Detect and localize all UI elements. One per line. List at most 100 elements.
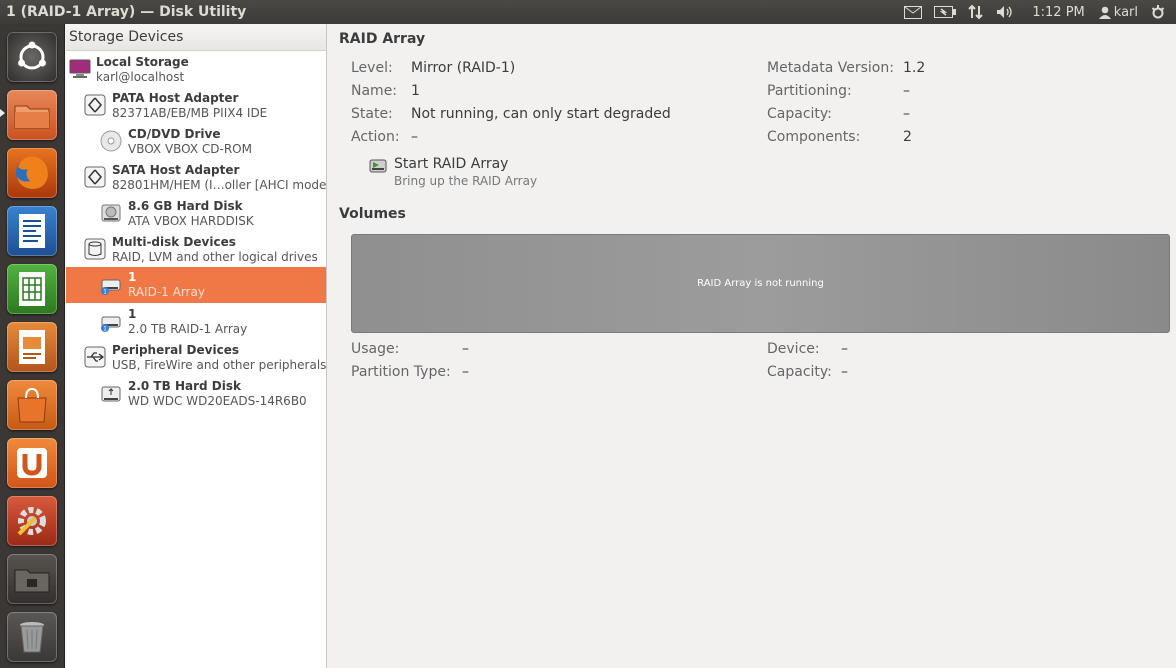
volume-map[interactable]: RAID Array is not running <box>351 234 1170 333</box>
sidebar-item-subtitle: RAID-1 Array <box>128 285 205 299</box>
components-label: Components: <box>767 129 861 145</box>
host-adapter-icon <box>83 92 107 118</box>
ubuntu-one-icon <box>17 448 47 478</box>
action-value: – <box>411 129 418 145</box>
sidebar-item-title: Peripheral Devices <box>112 343 239 357</box>
mail-icon[interactable] <box>904 0 923 24</box>
shopping-bag-icon <box>17 387 47 423</box>
usage-value: – <box>462 341 469 357</box>
sidebar-item-subtitle: 82371AB/EB/MB PIIX4 IDE <box>112 106 268 120</box>
battery-icon[interactable] <box>934 0 957 24</box>
metadata-version-label: Metadata Version: <box>767 60 894 76</box>
device-label: Device: <box>767 341 820 357</box>
sidebar-item-subtitle: 82801HM/HEM (I…oller [AHCI mode] <box>112 178 332 192</box>
volume-capacity-value: – <box>841 364 848 380</box>
launcher-firefox[interactable] <box>7 148 57 198</box>
sidebar-item-title: Multi-disk Devices <box>112 235 236 249</box>
storage-devices-sidebar: Storage Devices Local Storage karl@local… <box>66 24 331 668</box>
calc-spreadsheet-icon <box>19 272 45 306</box>
sidebar-item-subtitle: ATA VBOX HARDDISK <box>128 214 254 228</box>
launcher-home-folder[interactable] <box>7 90 57 140</box>
host-adapter-icon <box>83 164 107 190</box>
sidebar-item-sata-adapter[interactable]: SATA Host Adapter 82801HM/HEM (I…oller [… <box>66 160 331 196</box>
sidebar-item-pata-adapter[interactable]: PATA Host Adapter 82371AB/EB/MB PIIX4 ID… <box>66 88 326 124</box>
partition-type-label: Partition Type: <box>351 364 451 380</box>
drive-start-icon <box>369 157 387 175</box>
ubuntu-logo-icon <box>18 41 46 70</box>
svg-text:1: 1 <box>103 326 107 333</box>
drive-folder-icon <box>14 569 50 593</box>
trash-icon <box>20 622 44 653</box>
sidebar-item-multi-disk-devices[interactable]: Multi-disk Devices RAID, LVM and other l… <box>66 232 326 268</box>
hard-disk-icon <box>99 200 123 226</box>
volume-icon[interactable] <box>996 0 1016 24</box>
sidebar-item-raid-array-selected[interactable]: 1 1 RAID-1 Array <box>66 267 326 303</box>
launcher-ubuntu-one[interactable] <box>7 438 57 488</box>
sidebar-item-title: CD/DVD Drive <box>128 127 221 141</box>
clock[interactable]: 1:12 PM <box>1032 0 1084 24</box>
sidebar-item-title: 8.6 GB Hard Disk <box>128 199 243 213</box>
svg-text:1: 1 <box>103 289 107 296</box>
partition-type-value: – <box>462 364 469 380</box>
session-gear-icon[interactable] <box>1150 0 1166 24</box>
launcher-calc[interactable] <box>7 264 57 314</box>
raid-disk-icon: 1 <box>99 271 123 297</box>
window-title: 1 (RAID-1 Array) — Disk Utility <box>6 4 247 20</box>
sidebar-item-subtitle: 2.0 TB RAID-1 Array <box>128 322 248 336</box>
action-label: Action: <box>351 129 400 145</box>
sidebar-item-raid-array-2tb[interactable]: 1 1 2.0 TB RAID-1 Array <box>66 304 326 340</box>
device-value: – <box>841 341 848 357</box>
start-raid-array-description: Bring up the RAID Array <box>394 174 538 188</box>
dash-button[interactable] <box>7 32 57 82</box>
state-value: Not running, can only start degraded <box>411 106 671 122</box>
state-label: State: <box>351 106 393 122</box>
usb-icon <box>83 344 107 370</box>
sidebar-item-title: 1 <box>128 307 137 321</box>
raid-array-heading: RAID Array <box>339 31 426 47</box>
launcher <box>0 24 65 668</box>
sidebar-item-cd-dvd-drive[interactable]: CD/DVD Drive VBOX VBOX CD-ROM <box>66 124 326 160</box>
start-raid-array-button[interactable]: Start RAID Array Bring up the RAID Array <box>367 155 587 191</box>
raid-disk-icon: 1 <box>99 308 123 334</box>
sidebar-item-hard-disk-8gb[interactable]: 8.6 GB Hard Disk ATA VBOX HARDDISK <box>66 196 326 232</box>
capacity-value: – <box>903 106 910 122</box>
level-label: Level: <box>351 60 393 76</box>
launcher-software-center[interactable] <box>7 380 57 430</box>
settings-gear-wrench-icon <box>17 507 46 536</box>
launcher-trash[interactable] <box>7 612 57 662</box>
start-raid-array-label: Start RAID Array <box>394 156 509 172</box>
sidebar-item-subtitle: karl@localhost <box>96 70 185 84</box>
folder-icon <box>14 105 50 129</box>
sidebar-item-peripheral-devices[interactable]: Peripheral Devices USB, FireWire and oth… <box>66 340 326 376</box>
sidebar-item-subtitle: VBOX VBOX CD-ROM <box>128 142 252 156</box>
sidebar-item-subtitle: WD WDC WD20EADS-14R6B0 <box>128 394 307 408</box>
sidebar-item-hard-disk-2tb[interactable]: 2.0 TB Hard Disk WD WDC WD20EADS-14R6B0 <box>66 376 326 412</box>
launcher-writer[interactable] <box>7 206 57 256</box>
sidebar-item-title: 1 <box>128 270 137 284</box>
partitioning-label: Partitioning: <box>767 83 852 99</box>
sidebar-item-local-storage[interactable]: Local Storage karl@localhost <box>66 52 326 88</box>
launcher-impress[interactable] <box>7 322 57 372</box>
network-icon[interactable] <box>968 0 984 24</box>
launcher-system-settings[interactable] <box>7 496 57 546</box>
computer-icon <box>68 56 92 82</box>
sidebar-item-title: 2.0 TB Hard Disk <box>128 379 241 393</box>
name-label: Name: <box>351 83 398 99</box>
launcher-removable-drive[interactable] <box>7 554 57 604</box>
name-value: 1 <box>411 83 420 99</box>
firefox-icon <box>16 156 48 189</box>
metadata-version-value: 1.2 <box>903 60 926 76</box>
volume-capacity-label: Capacity: <box>767 364 832 380</box>
writer-document-icon <box>19 214 45 248</box>
top-panel: 1 (RAID-1 Array) — Disk Utility 1:12 PM … <box>0 0 1176 24</box>
details-panel: RAID Array Level: Mirror (RAID-1) Name: … <box>327 24 1176 668</box>
impress-presentation-icon <box>19 330 45 364</box>
running-indicator <box>0 109 5 117</box>
user-menu[interactable]: karl <box>1098 0 1138 24</box>
sidebar-header: Storage Devices <box>66 24 326 51</box>
volumes-heading: Volumes <box>339 206 406 222</box>
sidebar-item-subtitle: USB, FireWire and other peripherals <box>112 358 327 372</box>
multi-disk-icon <box>83 236 107 262</box>
user-name: karl <box>1113 4 1138 20</box>
system-tray: 1:12 PM karl <box>898 0 1176 24</box>
